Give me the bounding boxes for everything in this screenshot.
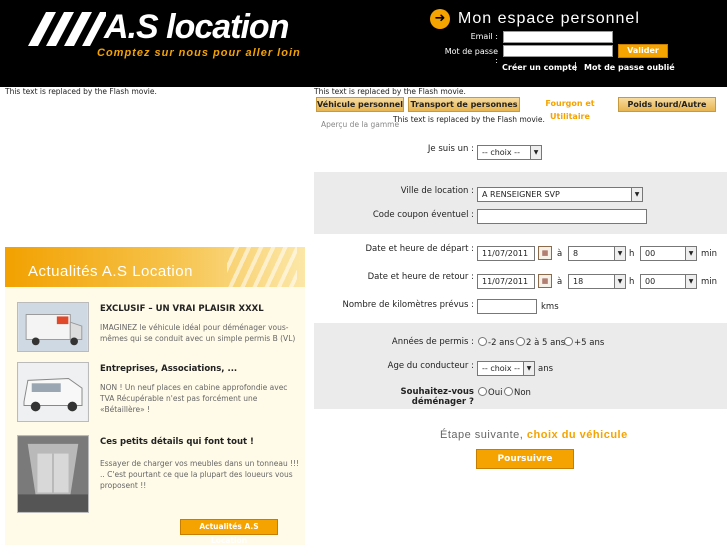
tab-transport-personnes[interactable]: Transport de personnes [408,97,520,112]
je-suis-label: Je suis un : [427,144,474,154]
flash-placeholder-gamme: This text is replaced by the Flash movie… [393,115,545,124]
radio-button[interactable] [564,337,573,346]
radio-button[interactable] [478,337,487,346]
radio-button[interactable] [478,387,487,396]
tab-fourgon-utilitaire[interactable]: Fourgon et Utilitaire [528,97,612,121]
email-label: Email : [470,32,498,41]
news-body-1: IMAGINEZ le véhicule idéal pour déménage… [100,323,296,343]
chevron-down-icon: ▼ [685,275,696,288]
age-unit: ans [538,364,554,374]
a-label: à [557,249,563,259]
apercu-gamme-link[interactable]: Aperçu de la gamme [321,120,399,129]
news-title-1[interactable]: EXCLUSIF – UN VRAI PLAISIR XXXL [100,304,264,314]
permis-option-3[interactable]: +5 ans [564,337,604,348]
chevron-down-icon: ▼ [631,188,642,201]
coupon-input[interactable] [477,209,647,224]
logo[interactable]: A.S location [104,8,289,47]
header: A.S location Comptez sur nous pour aller… [0,0,727,87]
create-account-link[interactable]: Créer un compte [502,63,577,72]
news-image-minibus[interactable] [17,362,89,422]
forgot-password-link[interactable]: Mot de passe oublié [584,63,675,72]
km-label: Nombre de kilomètres prévus : [342,300,474,310]
age-select[interactable]: -- choix -- ▼ [477,361,535,376]
next-step-title: Étape suivante, choix du véhicule [440,429,628,441]
radio-button[interactable] [504,387,513,396]
espace-personnel-title: Mon espace personnel [458,10,640,27]
a-label: à [557,277,563,287]
retour-min-select[interactable]: 00 ▼ [640,274,697,289]
actualites-title: Actualités A.S Location [28,263,193,280]
depart-min-select[interactable]: 00 ▼ [640,246,697,261]
location-band [314,172,727,234]
flash-placeholder-left: This text is replaced by the Flash movie… [5,87,157,96]
chevron-down-icon: ▼ [523,362,534,375]
flash-placeholder-top: This text is replaced by the Flash movie… [314,87,466,96]
ville-label: Ville de location : [400,186,474,196]
news-image-van[interactable] [17,302,89,352]
news-body-3: Essayer de charger vos meubles dans un t… [100,459,300,490]
arrow-right-icon: ➜ [430,9,450,29]
password-label: Mot de passe : [444,47,498,65]
news-title-2[interactable]: Entreprises, Associations, ... [100,364,237,374]
permis-option-2[interactable]: 2 à 5 ans [516,337,565,348]
news-title-3[interactable]: Ces petits détails qui font tout ! [100,437,254,447]
radio-button[interactable] [516,337,525,346]
h-label: h [629,277,635,287]
retour-date-input[interactable]: 11/07/2011 [477,274,535,289]
news-image-cargo[interactable] [17,435,89,513]
actualites-button[interactable]: Actualités A.S Location [180,519,278,545]
demenager-label: Souhaitez-vous déménager ? [400,387,474,407]
poursuivre-button[interactable]: Poursuivre [476,449,574,469]
calendar-icon[interactable]: ▦ [538,274,552,288]
email-input[interactable] [503,31,613,43]
depart-label: Date et heure de départ : [365,244,474,254]
permis-label: Années de permis : [391,337,474,347]
link-separator: | [574,62,578,72]
login-button[interactable]: Valider [618,44,668,58]
min-label: min [701,277,718,287]
retour-label: Date et heure de retour : [367,272,474,282]
retour-hour-select[interactable]: 18 ▼ [568,274,626,289]
tab-vehicule-personnel[interactable]: Véhicule personnel [316,97,404,112]
h-label: h [629,249,635,259]
permis-option-1[interactable]: -2 ans [478,337,514,348]
tab-poids-lourd[interactable]: Poids lourd/Autre [618,97,716,112]
min-label: min [701,249,718,259]
chevron-down-icon: ▼ [614,275,625,288]
tagline: Comptez sur nous pour aller loin [97,47,301,59]
chevron-down-icon: ▼ [614,247,625,260]
chevron-down-icon: ▼ [685,247,696,260]
news-body-2: NON ! Un neuf places en cabine approfond… [100,383,288,414]
ville-select[interactable]: A RENSEIGNER SVP ▼ [477,187,643,202]
demenager-non[interactable]: Non [504,387,531,398]
banner-stripes [227,247,297,287]
demenager-oui[interactable]: Oui [478,387,502,398]
km-unit: kms [541,302,559,312]
age-label: Age du conducteur : [387,361,474,371]
depart-hour-select[interactable]: 8 ▼ [568,246,626,261]
je-suis-select[interactable]: -- choix -- ▼ [477,145,542,160]
coupon-label: Code coupon éventuel : [372,210,474,220]
km-input[interactable] [477,299,537,314]
depart-date-input[interactable]: 11/07/2011 [477,246,535,261]
calendar-icon[interactable]: ▦ [538,246,552,260]
chevron-down-icon: ▼ [530,146,541,159]
password-input[interactable] [503,45,613,57]
logo-stripes-icon [28,12,106,46]
